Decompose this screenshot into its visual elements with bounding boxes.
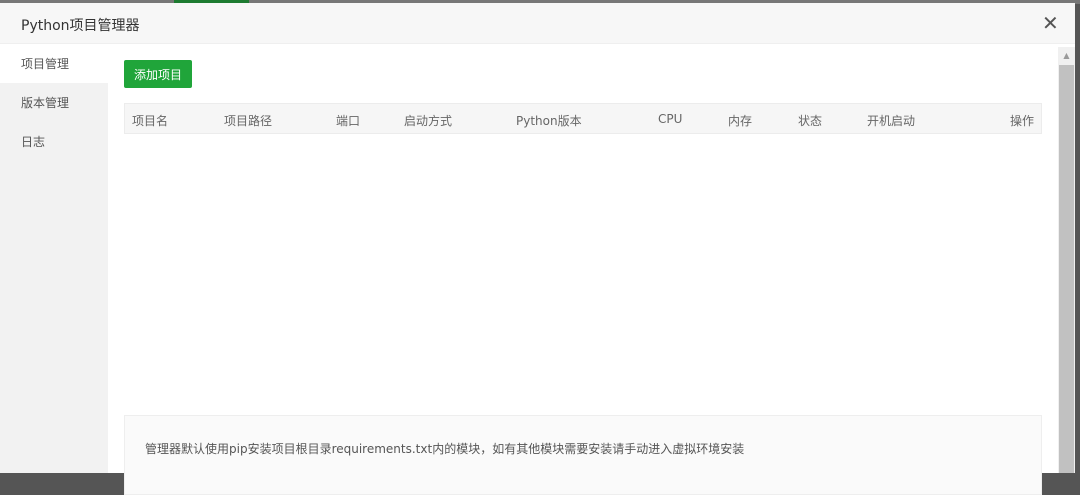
sidebar-item-log[interactable]: 日志 <box>0 122 108 161</box>
scrollbar[interactable]: ▲ <box>1058 47 1075 473</box>
close-icon[interactable]: ✕ <box>1042 12 1059 34</box>
column-header-start-method: 启动方式 <box>404 114 453 128</box>
column-header-autostart: 开机启动 <box>867 114 916 128</box>
python-project-manager-dialog: Python项目管理器 ✕ 项目管理 版本管理 日志 添加项目 项目名 项目路径… <box>0 3 1075 495</box>
main-content: 添加项目 项目名 项目路径 端口 启动方式 Python版本 CPU 内存 状态… <box>108 44 1058 495</box>
dialog-title: Python项目管理器 <box>21 18 140 34</box>
sidebar: 项目管理 版本管理 日志 <box>0 44 108 473</box>
notice-text: 管理器默认使用pip安装项目根目录requirements.txt内的模块，如有… <box>145 442 745 456</box>
column-header-cpu: CPU <box>658 112 683 126</box>
column-header-memory: 内存 <box>728 114 753 128</box>
column-header-port: 端口 <box>336 114 361 128</box>
notice-box: 管理器默认使用pip安装项目根目录requirements.txt内的模块，如有… <box>124 415 1042 495</box>
sidebar-item-project-management[interactable]: 项目管理 <box>0 44 108 83</box>
table-header: 项目名 项目路径 端口 启动方式 Python版本 CPU 内存 状态 开机启动… <box>124 103 1042 134</box>
column-header-path: 项目路径 <box>224 114 273 128</box>
scroll-up-icon[interactable]: ▲ <box>1058 47 1075 65</box>
scrollbar-thumb[interactable] <box>1059 65 1074 473</box>
column-header-name: 项目名 <box>132 114 169 128</box>
column-header-status: 状态 <box>798 114 823 128</box>
add-project-button[interactable]: 添加项目 <box>124 60 192 88</box>
column-header-python-version: Python版本 <box>516 114 582 128</box>
column-header-actions: 操作 <box>1009 114 1034 128</box>
sidebar-item-version-management[interactable]: 版本管理 <box>0 83 108 122</box>
dialog-header: Python项目管理器 ✕ <box>0 3 1075 44</box>
